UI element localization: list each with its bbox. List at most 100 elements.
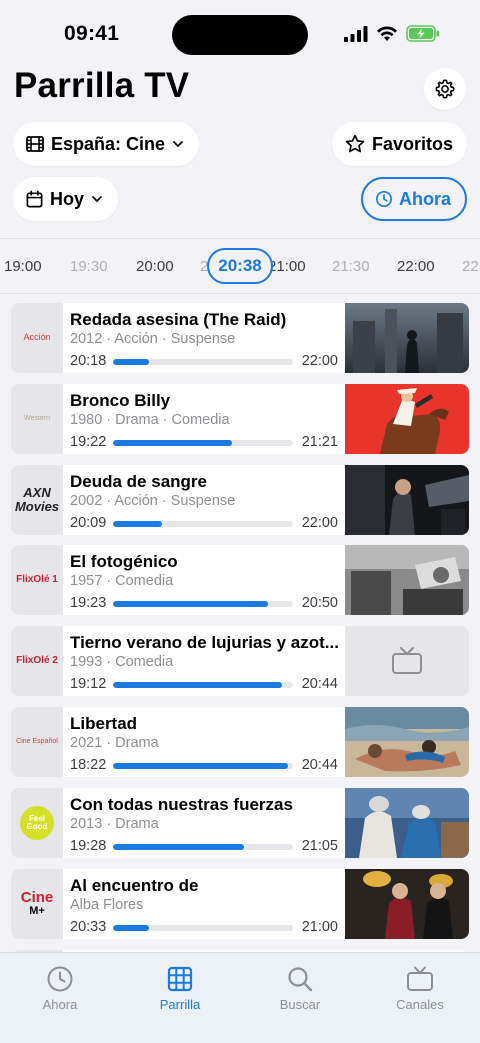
status-time: 09:41: [64, 22, 120, 45]
calendar-icon: [26, 190, 43, 207]
gear-icon: [435, 79, 455, 99]
progress-fill: [113, 440, 232, 446]
chevron-down-icon: [92, 196, 102, 202]
channel-name: Acción: [23, 332, 51, 343]
progress-bar: [113, 682, 293, 688]
tab-label: Parrilla: [159, 997, 201, 1012]
program-end-time: 20:44: [301, 676, 338, 692]
tab-parrilla[interactable]: Parrilla: [132, 965, 228, 1012]
tv-icon: [392, 647, 422, 674]
program-meta: 1993 · Comedia: [70, 654, 174, 670]
day-label: Hoy: [50, 188, 85, 209]
page-title: Parrilla TV: [14, 66, 190, 105]
tab-buscar[interactable]: Buscar: [252, 965, 348, 1012]
program-end-time: 20:44: [301, 757, 338, 773]
program-start-time: 19:28: [70, 838, 107, 854]
program-title: Con todas nuestras fuerzas: [70, 795, 293, 814]
program-title: Deuda de sangre: [70, 472, 207, 491]
battery-icon: [406, 25, 439, 42]
channel-name: Cine Español: [16, 738, 58, 746]
dynamic-island: [172, 15, 308, 55]
program-row[interactable]: FlixOlé 1 El fotogénico 1957 · Comedia 1…: [11, 545, 469, 615]
tab-canales[interactable]: Canales: [372, 965, 468, 1012]
program-start-time: 20:33: [70, 919, 107, 935]
timeline-ruler[interactable]: 19:00 19:30 20:00 20:30 21:00 21:30 22:0…: [0, 238, 480, 294]
progress-fill: [113, 601, 268, 607]
progress-fill: [113, 844, 245, 850]
channel-group-selector[interactable]: España: Cine: [13, 122, 200, 166]
program-end-time: 21:05: [301, 838, 338, 854]
program-row[interactable]: Cine Español Libertad 2021 · Drama 18:22…: [11, 707, 469, 777]
time-tick: 21:30: [332, 258, 370, 275]
program-title: Libertad: [70, 714, 138, 733]
program-list[interactable]: Acción Redada asesina (The Raid) 2012 · …: [0, 294, 480, 954]
program-thumbnail: [345, 465, 469, 535]
channel-logo: FlixOlé 1: [11, 545, 63, 615]
current-time-indicator: 20:38: [207, 248, 273, 284]
program-row[interactable]: Acción Redada asesina (The Raid) 2012 · …: [11, 303, 469, 373]
program-meta: 2013 · Drama: [70, 816, 159, 832]
program-meta: Alba Flores: [70, 897, 144, 913]
channel-logo: Cine Español: [11, 707, 63, 777]
progress-fill: [113, 359, 149, 365]
program-meta: 1980 · Drama · Comedia: [70, 412, 230, 428]
channel-name: Cine: [20, 889, 54, 907]
program-end-time: 21:00: [301, 919, 338, 935]
program-end-time: 21:21: [301, 434, 338, 450]
program-row[interactable]: FlixOlé 2 Tierno verano de lujurias y az…: [11, 626, 469, 696]
settings-button[interactable]: [424, 68, 466, 110]
program-title: El fotogénico: [70, 552, 178, 571]
program-title: Bronco Billy: [70, 391, 171, 410]
program-thumbnail-placeholder: [345, 626, 469, 696]
wifi-icon: [377, 25, 397, 41]
program-start-time: 19:12: [70, 676, 107, 692]
program-thumbnail: [345, 707, 469, 777]
channel-name: Western: [24, 415, 50, 423]
program-start-time: 19:23: [70, 595, 107, 611]
progress-bar: [113, 521, 293, 527]
now-label: Ahora: [398, 188, 451, 209]
channel-name: FlixOlé 2: [16, 654, 58, 666]
channel-logo: AXN Movies: [11, 465, 63, 535]
star-icon: [345, 134, 365, 153]
program-thumbnail: [345, 869, 469, 939]
status-bar: 09:41: [0, 0, 480, 66]
progress-fill: [113, 521, 162, 527]
status-icons: [344, 25, 440, 42]
channel-group-label: España: Cine: [51, 133, 166, 154]
film-icon: [26, 136, 44, 152]
grid-icon: [167, 966, 193, 992]
program-row[interactable]: Feel Good Con todas nuestras fuerzas 201…: [11, 788, 469, 858]
program-row[interactable]: Cine M+ Al encuentro de Alba Flores 20:3…: [11, 869, 469, 939]
tab-ahora[interactable]: Ahora: [12, 965, 108, 1012]
channel-name: FlixOlé 1: [16, 573, 58, 585]
now-button[interactable]: Ahora: [360, 177, 467, 221]
program-thumbnail: [345, 788, 469, 858]
program-meta: 2002 · Acción · Suspense: [70, 493, 236, 509]
progress-bar: [113, 359, 293, 365]
progress-bar: [113, 925, 293, 931]
clock-icon: [47, 966, 73, 992]
favorites-label: Favoritos: [371, 133, 453, 154]
tab-label: Buscar: [279, 997, 321, 1012]
program-title: Redada asesina (The Raid): [70, 310, 287, 329]
channel-logo: Western: [11, 384, 63, 454]
program-start-time: 19:22: [70, 434, 107, 450]
progress-bar: [113, 844, 293, 850]
program-row[interactable]: Western Bronco Billy 1980 · Drama · Come…: [11, 384, 469, 454]
program-start-time: 18:22: [70, 757, 107, 773]
favorites-button[interactable]: Favoritos: [331, 122, 467, 166]
program-row[interactable]: AXN Movies Deuda de sangre 2002 · Acción…: [11, 465, 469, 535]
time-tick: 19:00: [4, 258, 42, 275]
program-meta: 1957 · Comedia: [70, 573, 174, 589]
progress-fill: [113, 682, 283, 688]
program-meta: 2021 · Drama: [70, 735, 159, 751]
progress-bar: [113, 763, 293, 769]
tab-label: Canales: [396, 997, 444, 1012]
channel-name: AXN Movies: [14, 485, 60, 514]
movistar-plus-mark: M+: [29, 905, 45, 918]
program-thumbnail: [345, 384, 469, 454]
clock-icon: [375, 190, 392, 208]
program-end-time: 20:50: [301, 595, 338, 611]
day-selector[interactable]: Hoy: [13, 177, 119, 221]
